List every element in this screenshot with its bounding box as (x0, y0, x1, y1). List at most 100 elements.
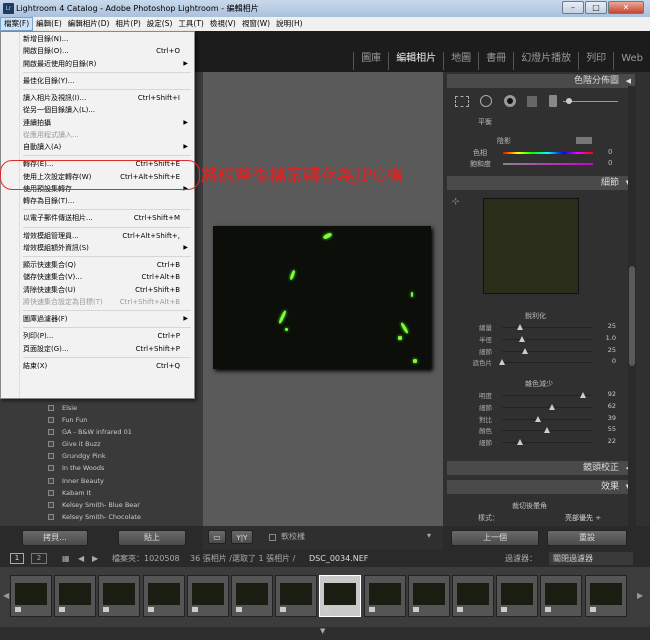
source-label[interactable]: 檔案夾：1020508 (112, 550, 180, 567)
module-map[interactable]: 地圖 (443, 52, 478, 70)
slider-track[interactable] (502, 362, 592, 364)
filmstrip-thumbnail[interactable] (186, 575, 229, 617)
preset-item[interactable]: Elsie (35, 402, 195, 414)
sharpen-slider-row[interactable]: 半徑 1.0 (450, 334, 620, 345)
maximize-button[interactable]: □ (585, 1, 607, 14)
slider-value[interactable]: 39 (596, 414, 616, 422)
window1-button[interactable]: 1 (10, 553, 24, 564)
slider-value[interactable]: 25 (596, 346, 616, 354)
sharpen-slider-row[interactable]: 細節 25 (450, 346, 620, 357)
noise-slider-row[interactable]: 對比 39 (450, 414, 620, 425)
minimize-button[interactable]: – (562, 1, 584, 14)
filmstrip-thumbnail[interactable] (452, 575, 494, 617)
slider-knob[interactable] (548, 403, 555, 410)
menu-window[interactable]: 視窗(W) (239, 17, 273, 31)
slider-value[interactable]: 22 (596, 437, 616, 445)
file-menu-item[interactable]: 增效模組管理員... Ctrl+Alt+Shift+, (1, 230, 194, 242)
preset-item[interactable]: Kabam It (35, 487, 195, 499)
file-menu-item[interactable]: 增效模組額外資訊(S) ▶ (1, 242, 194, 254)
slider-value[interactable]: 62 (596, 402, 616, 410)
preset-item[interactable]: Give it Buzz (35, 438, 195, 450)
photo-image[interactable] (213, 226, 431, 369)
loupe-view-icon[interactable]: ▭ (208, 530, 226, 544)
slider-knob[interactable] (535, 415, 541, 422)
filmstrip-thumbnail[interactable] (10, 575, 52, 617)
slider-value[interactable]: 1.0 (596, 334, 616, 342)
paste-button[interactable]: 貼上 (118, 530, 186, 546)
file-menu-item[interactable]: 圖庫過濾器(F) ▶ (1, 313, 194, 325)
noise-slider-row[interactable]: 顏色 55 (450, 425, 620, 436)
file-menu-item[interactable]: 結束(X) Ctrl+Q (1, 360, 194, 372)
panel-toggle-icon[interactable]: ▼ (320, 627, 325, 635)
module-book[interactable]: 書冊 (478, 52, 513, 70)
right-panel-scrollbar[interactable] (628, 86, 636, 526)
back-arrow-icon[interactable]: ◀ (78, 550, 84, 567)
menu-view[interactable]: 檢視(V) (207, 17, 239, 31)
style-dropdown[interactable]: 亮部優先 ÷ (565, 513, 601, 523)
slider-knob[interactable] (499, 359, 505, 366)
softproof-checkbox[interactable] (269, 534, 276, 541)
filmstrip-thumbnail[interactable] (54, 575, 97, 617)
window2-button[interactable]: 2 (31, 553, 47, 564)
noise-slider-row[interactable]: 細節 62 (450, 402, 620, 413)
file-menu-item[interactable]: 連續拍攝 ▶ (1, 117, 194, 129)
preset-item[interactable]: Kelsey Smith- Blue Bear (35, 499, 195, 511)
filmstrip-scrollbar[interactable]: ▼ (0, 627, 650, 640)
file-menu-item[interactable]: 開啟最近使用的目錄(R) ▶ (1, 58, 194, 70)
adjustment-brush-icon[interactable] (549, 95, 557, 107)
slider-track[interactable] (502, 406, 592, 408)
red-eye-icon[interactable] (504, 95, 516, 107)
preset-item[interactable]: In the Woods (35, 462, 195, 474)
filter-dropdown[interactable]: 關閉過濾器 (549, 552, 633, 565)
sharpen-slider-row[interactable]: 遮色片 0 (450, 357, 620, 368)
slider-knob[interactable] (580, 392, 586, 398)
file-menu-item[interactable]: 以電子郵件傳送相片... Ctrl+Shift+M (1, 212, 194, 224)
filmstrip-thumbnail[interactable] (363, 575, 406, 617)
module-web[interactable]: Web (613, 52, 650, 70)
slider-track[interactable] (502, 338, 592, 340)
filmstrip-thumbnail[interactable] (319, 575, 362, 617)
filmstrip-thumbnail[interactable] (407, 575, 450, 617)
file-menu-item[interactable]: 列印(P)... Ctrl+P (1, 330, 194, 342)
slider-value[interactable]: 55 (596, 425, 616, 433)
noise-slider-row[interactable]: 明度 92 (450, 390, 620, 401)
preset-item[interactable]: GA - B&W infrared 01 (35, 426, 195, 438)
slider-knob[interactable] (518, 335, 525, 342)
forward-arrow-icon[interactable]: ▶ (92, 550, 98, 567)
crop-tool-icon[interactable] (455, 96, 469, 107)
filmstrip-thumbnail[interactable] (275, 575, 318, 617)
reset-button[interactable]: 重設 (547, 530, 627, 546)
compare-view-button[interactable]: Y|Y (231, 530, 253, 544)
slider-track[interactable] (502, 442, 592, 444)
slider-track[interactable] (502, 327, 592, 328)
file-menu-item[interactable]: 最佳化目錄(Y)... (1, 75, 194, 87)
noise-slider-row[interactable]: 細節 22 (450, 437, 620, 448)
copy-button[interactable]: 拷貝... (22, 530, 88, 546)
previous-button[interactable]: 上一個 (451, 530, 539, 546)
brush-slider-knob[interactable] (566, 98, 572, 104)
detail-header[interactable]: 細節▼ (447, 176, 635, 190)
menu-edit[interactable]: 編輯(E) (33, 17, 65, 31)
file-menu-item[interactable]: 清除快速集合(U) Ctrl+Shift+B (1, 284, 194, 296)
filmstrip-thumbnail[interactable] (584, 575, 627, 617)
file-menu-item[interactable]: 開啟目錄(O)... Ctrl+O (1, 45, 194, 57)
grid-icon[interactable]: ▦ (62, 550, 70, 567)
scrollbar-thumb[interactable] (629, 266, 635, 366)
slider-knob[interactable] (521, 347, 528, 354)
preset-item[interactable]: Inner Beauty (35, 475, 195, 487)
module-library[interactable]: 圖庫 (353, 52, 388, 70)
slider-value[interactable]: 92 (596, 390, 616, 398)
lens-header[interactable]: 鏡頭校正◀ (447, 461, 635, 475)
filmstrip-thumbnail[interactable] (231, 575, 273, 617)
menu-tools[interactable]: 工具(T) (175, 17, 206, 31)
slider-track[interactable] (502, 350, 592, 352)
spot-removal-icon[interactable] (480, 95, 492, 107)
hue-slider[interactable] (503, 152, 593, 154)
effects-header[interactable]: 效果▼ (447, 480, 635, 494)
saturation-slider[interactable] (503, 163, 593, 165)
slider-value[interactable]: 25 (596, 322, 616, 330)
menu-settings[interactable]: 設定(S) (144, 17, 176, 31)
slider-track[interactable] (502, 418, 592, 420)
slider-track[interactable] (502, 395, 592, 396)
file-menu-item[interactable]: 儲存快速集合(V)... Ctrl+Alt+B (1, 271, 194, 283)
